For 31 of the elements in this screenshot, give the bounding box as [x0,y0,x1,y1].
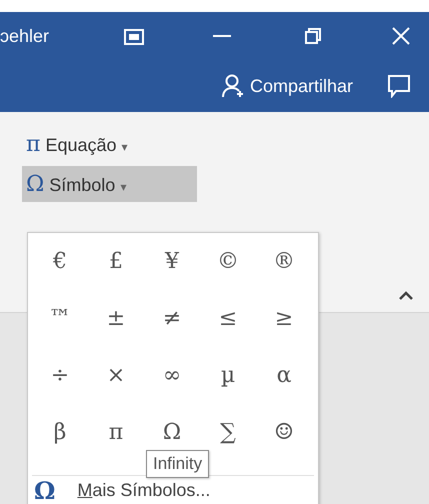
symbol-cell[interactable]: € [32,233,88,290]
minimize-icon[interactable] [213,34,231,38]
collapse-ribbon-icon[interactable] [399,291,413,300]
ribbon-display-icon[interactable] [124,29,144,45]
symbol-cell[interactable]: ™ [32,290,88,347]
symbol-cell[interactable]: ÷ [32,347,88,404]
ribbon-button[interactable]: Ω Símbolo ▾ [22,166,197,202]
symbol-cell[interactable]: α [256,347,312,404]
more-symbols-item[interactable]: Ω Mais Símbolos... [28,476,216,504]
restore-icon[interactable] [305,28,321,44]
comment-icon[interactable] [387,74,411,98]
symbol-cell[interactable]: ∞ [144,347,200,404]
symbol-cell[interactable]: © [200,233,256,290]
close-icon[interactable] [392,27,410,45]
tooltip: Infinity [146,450,210,478]
symbol-cell[interactable]: µ [200,347,256,404]
symbol-cell[interactable]: π [88,404,144,461]
user-name: ɔehler [0,26,50,46]
symbol-cell[interactable]: β [32,404,88,461]
symbol-cell[interactable]: ® [256,233,312,290]
symbol-cell[interactable]: ≠ [144,290,200,347]
symbol-cell[interactable]: ≤ [200,290,256,347]
symbol-cell[interactable]: ☺ [256,404,312,461]
share-button[interactable]: Compartilhar [222,74,353,98]
symbol-cell[interactable]: × [88,347,144,404]
symbol-cell[interactable]: ≥ [256,290,312,347]
person-add-icon [222,74,244,98]
symbol-cell[interactable]: ± [88,290,144,347]
symbol-cell[interactable]: ¥ [144,233,200,290]
symbol-cell[interactable]: £ [88,233,144,290]
ribbon-button[interactable]: π Equação ▾ [22,126,197,162]
